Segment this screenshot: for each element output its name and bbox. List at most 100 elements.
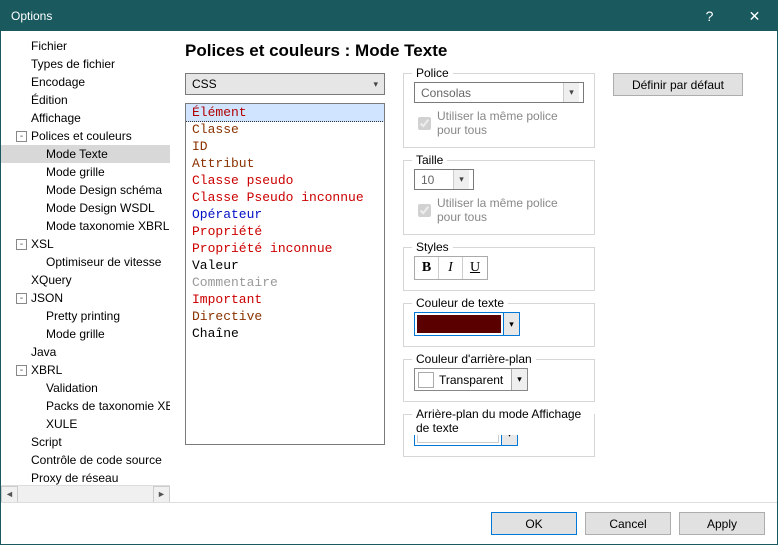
list-item[interactable]: Propriété xyxy=(186,223,384,240)
tree-item-label: Java xyxy=(31,345,56,359)
element-listbox[interactable]: ÉlémentClasseIDAttributClasse pseudoClas… xyxy=(185,103,385,445)
font-select[interactable]: Consolas ▾ xyxy=(414,82,584,103)
tree-item[interactable]: Contrôle de code source xyxy=(1,451,170,469)
text-color-picker[interactable]: ▾ xyxy=(414,312,520,336)
tree-item[interactable]: XULE xyxy=(1,415,170,433)
tree-item[interactable]: Script xyxy=(1,433,170,451)
tree-item-label: Validation xyxy=(46,381,98,395)
tree-item[interactable]: -Polices et couleurs xyxy=(1,127,170,145)
scroll-right-icon[interactable]: ► xyxy=(153,486,170,503)
tree-item-label: Mode Design schéma xyxy=(46,183,162,197)
type-selector[interactable]: CSS ▾ xyxy=(185,73,385,95)
tree-item[interactable]: Proxy de réseau xyxy=(1,469,170,485)
tree-item[interactable]: Java xyxy=(1,343,170,361)
tree-item[interactable]: Fichier xyxy=(1,37,170,55)
tree-item-label: Mode taxonomie XBRL xyxy=(46,219,169,233)
bg-color-label: Transparent xyxy=(439,373,511,387)
scroll-left-icon[interactable]: ◄ xyxy=(1,486,18,503)
chevron-down-icon: ▾ xyxy=(563,83,579,102)
list-item[interactable]: Propriété inconnue xyxy=(186,240,384,257)
list-item[interactable]: Valeur xyxy=(186,257,384,274)
list-item[interactable]: Classe pseudo xyxy=(186,172,384,189)
tree-item[interactable]: Types de fichier xyxy=(1,55,170,73)
tree-item[interactable]: Édition xyxy=(1,91,170,109)
tree-item-label: XQuery xyxy=(31,273,72,287)
tree-hscrollbar[interactable]: ◄ ► xyxy=(1,485,170,502)
chevron-down-icon[interactable]: ▾ xyxy=(503,313,519,335)
list-item[interactable]: Attribut xyxy=(186,155,384,172)
bg-color-legend: Couleur d'arrière-plan xyxy=(412,352,536,366)
list-item[interactable]: Élément xyxy=(185,103,385,122)
list-item[interactable]: ID xyxy=(186,138,384,155)
list-item[interactable]: Directive xyxy=(186,308,384,325)
tree-item[interactable]: -XBRL xyxy=(1,361,170,379)
cancel-button[interactable]: Cancel xyxy=(585,512,671,535)
page-title: Polices et couleurs : Mode Texte xyxy=(185,41,763,61)
tree-item-label: XBRL xyxy=(31,363,62,377)
tree-item-label: JSON xyxy=(31,291,63,305)
close-button[interactable]: ✕ xyxy=(732,1,777,31)
chevron-down-icon[interactable]: ▾ xyxy=(511,369,527,390)
tree-item-label: Mode grille xyxy=(46,165,105,179)
tree-item-label: Édition xyxy=(31,93,68,107)
options-dialog: Options ? ✕ FichierTypes de fichierEncod… xyxy=(0,0,778,545)
list-item[interactable]: Commentaire xyxy=(186,274,384,291)
tree-item[interactable]: -JSON xyxy=(1,289,170,307)
bg-color-box xyxy=(418,372,434,388)
font-group: Police Consolas ▾ Utiliser la même polic… xyxy=(403,73,595,148)
list-item[interactable]: Important xyxy=(186,291,384,308)
size-select[interactable]: 10 ▾ xyxy=(414,169,474,190)
size-same-input[interactable] xyxy=(418,204,431,217)
apply-button[interactable]: Apply xyxy=(679,512,765,535)
tree-item[interactable]: Packs de taxonomie XB xyxy=(1,397,170,415)
size-value: 10 xyxy=(421,173,434,187)
help-button[interactable]: ? xyxy=(687,1,732,31)
collapse-icon[interactable]: - xyxy=(16,239,27,250)
collapse-icon[interactable]: - xyxy=(16,293,27,304)
tree-item[interactable]: Mode grille xyxy=(1,163,170,181)
set-default-button[interactable]: Définir par défaut xyxy=(613,73,743,96)
tree-item[interactable]: Mode grille xyxy=(1,325,170,343)
italic-button[interactable]: I xyxy=(439,257,463,279)
font-same-input[interactable] xyxy=(418,117,431,130)
mode-bg-legend: Arrière-plan du mode Affichage de texte xyxy=(412,407,594,435)
tree-item[interactable]: Mode taxonomie XBRL xyxy=(1,217,170,235)
font-same-label: Utiliser la même police pour tous xyxy=(437,109,584,137)
tree-item-label: Encodage xyxy=(31,75,85,89)
set-default-label: Définir par défaut xyxy=(632,78,724,92)
list-item[interactable]: Chaîne xyxy=(186,325,384,342)
ok-button[interactable]: OK xyxy=(491,512,577,535)
tree-item-label: Mode Texte xyxy=(46,147,108,161)
collapse-icon[interactable]: - xyxy=(16,365,27,376)
tree-item-label: Affichage xyxy=(31,111,81,125)
tree-item[interactable]: -XSL xyxy=(1,235,170,253)
tree-item[interactable]: Pretty printing xyxy=(1,307,170,325)
bold-button[interactable]: B xyxy=(415,257,439,279)
styles-legend: Styles xyxy=(412,240,453,254)
type-selector-value: CSS xyxy=(192,77,217,91)
tree-item[interactable]: Mode Design WSDL xyxy=(1,199,170,217)
tree-item-label: Polices et couleurs xyxy=(31,129,132,143)
list-item[interactable]: Classe xyxy=(186,121,384,138)
tree-item[interactable]: Validation xyxy=(1,379,170,397)
category-tree[interactable]: FichierTypes de fichier Encodage Édition Af… xyxy=(1,31,170,485)
tree-item[interactable]: Encodage xyxy=(1,73,170,91)
size-same-checkbox[interactable]: Utiliser la même police pour tous xyxy=(414,196,584,224)
tree-item-label: Contrôle de code source xyxy=(31,453,162,467)
font-legend: Police xyxy=(412,66,453,80)
tree-item[interactable]: Mode Texte xyxy=(1,145,170,163)
underline-button[interactable]: U xyxy=(463,257,487,279)
font-same-checkbox[interactable]: Utiliser la même police pour tous xyxy=(414,109,584,137)
collapse-icon[interactable]: - xyxy=(16,131,27,142)
tree-item[interactable]: Affichage xyxy=(1,109,170,127)
list-item[interactable]: Opérateur xyxy=(186,206,384,223)
tree-item-label: Mode Design WSDL xyxy=(46,201,155,215)
bg-color-picker[interactable]: Transparent ▾ xyxy=(414,368,528,391)
size-group: Taille 10 ▾ Utiliser la même police pour… xyxy=(403,160,595,235)
list-item[interactable]: Classe Pseudo inconnue xyxy=(186,189,384,206)
tree-item[interactable]: XQuery xyxy=(1,271,170,289)
tree-item[interactable]: Optimiseur de vitesse xyxy=(1,253,170,271)
tree-item[interactable]: Mode Design schéma xyxy=(1,181,170,199)
text-color-group: Couleur de texte ▾ xyxy=(403,303,595,347)
tree-item-label: Mode grille xyxy=(46,327,105,341)
